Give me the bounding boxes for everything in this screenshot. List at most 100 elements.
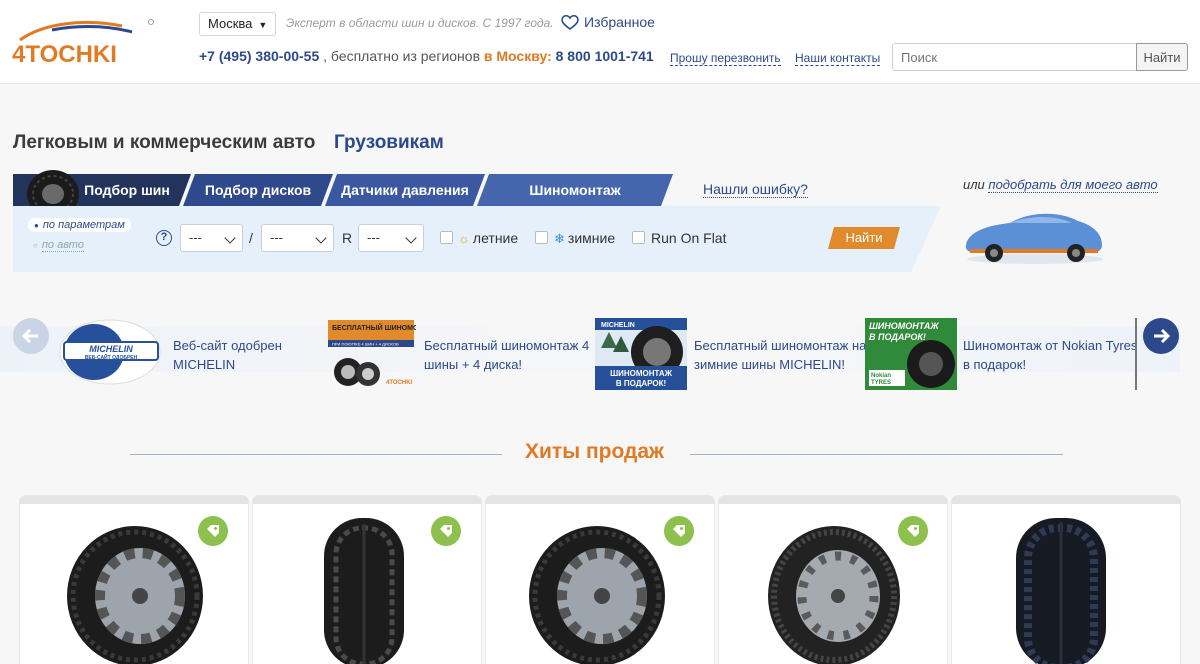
city-selector[interactable]: Москва ▼ (199, 12, 277, 36)
tire-image[interactable] (762, 512, 906, 664)
slash-separator: / (249, 230, 253, 246)
promo-line: зимние шины MICHELIN! (694, 357, 845, 372)
callback-link[interactable]: Прошу перезвонить (670, 51, 781, 66)
promo-badge[interactable] (898, 516, 928, 546)
selection-tabs: Подбор шин Подбор дисков Датчики давлени… (13, 170, 673, 206)
diameter-select[interactable]: --- (358, 224, 424, 252)
michelin-approved-image[interactable]: MICHELIN ВЕБ-САЙТ ОДОБРЕН (58, 318, 162, 386)
nokian-gift-image[interactable]: ШИНОМОНТАЖ В ПОДАРОК! Nokian TYRES (865, 318, 957, 390)
hits-divider-left (130, 454, 502, 455)
free-fitting-image[interactable]: БЕСПЛАТНЫЙ ШИНОМОНТАЖ ПРИ ПОКУПКЕ 4 ШИН … (326, 318, 416, 390)
report-error-link[interactable]: Нашли ошибку? (703, 181, 808, 198)
contacts-link[interactable]: Наши контакты (795, 51, 881, 66)
sun-icon: ☼ (458, 231, 470, 246)
summer-text: летние (472, 230, 519, 246)
phone-row: +7 (495) 380-00-55 , бесплатно из регион… (199, 48, 654, 64)
michelin-winter-image[interactable]: MICHELIN ШИНОМОНТАЖ В ПОДАРОК! (595, 318, 687, 390)
phone-note: , бесплатно из регионов (323, 48, 480, 64)
promo-line: Веб-сайт одобрен (173, 338, 282, 353)
tire-image[interactable] (60, 512, 210, 664)
tagline: Эксперт в области шин и дисков. С 1997 г… (286, 16, 554, 30)
tire-icon (27, 170, 79, 206)
carousel-next-button[interactable] (1143, 318, 1179, 354)
promo-line: Бесплатный шиномонтаж 4 (424, 338, 590, 353)
promo-text-michelin[interactable]: Веб-сайт одобрен MICHELIN (173, 336, 282, 374)
summer-label[interactable]: ☼ летние (458, 230, 518, 246)
runflat-checkbox[interactable] (632, 231, 645, 244)
svg-text:4TOCHKI: 4TOCHKI (12, 41, 117, 66)
svg-text:ШИНОМОНТАЖ: ШИНОМОНТАЖ (610, 369, 673, 378)
car-pick-link[interactable]: подобрать для моего авто (988, 177, 1158, 193)
city-label: Москва (208, 16, 253, 31)
r-separator: R (342, 230, 353, 246)
promo-line: шины + 4 диска! (424, 357, 523, 372)
winter-checkbox[interactable] (535, 231, 548, 244)
svg-text:БЕСПЛАТНЫЙ ШИНОМОНТАЖ: БЕСПЛАТНЫЙ ШИНОМОНТАЖ (332, 323, 416, 332)
svg-text:В ПОДАРОК!: В ПОДАРОК! (616, 379, 666, 388)
svg-text:MICHELIN: MICHELIN (601, 322, 635, 329)
tab-tire-fitting[interactable]: Шиномонтаж (477, 174, 673, 206)
find-tires-button[interactable]: Найти (828, 227, 900, 249)
winter-text: зимние (567, 230, 616, 246)
car-image[interactable] (960, 205, 1110, 267)
chevron-down-icon (315, 232, 327, 244)
category-cars[interactable]: Легковым и коммерческим авто (13, 132, 315, 154)
svg-text:4TOCHKI: 4TOCHKI (386, 380, 413, 386)
phone-main[interactable]: +7 (495) 380-00-55 (199, 48, 319, 64)
hits-title: Хиты продаж (525, 440, 664, 463)
phone-free[interactable]: 8 800 1001-741 (556, 48, 654, 64)
promo-line: Шиномонтаж от Nokian Tyres (963, 338, 1138, 353)
promo-badge[interactable] (664, 516, 694, 546)
car-pick-or: или (963, 177, 985, 192)
tire-image[interactable] (522, 512, 672, 664)
favorites-link[interactable]: Избранное (561, 14, 655, 30)
profile-value: --- (270, 230, 283, 245)
mode-by-params[interactable]: по параметрам (28, 218, 131, 232)
hits-divider-right (690, 454, 1063, 455)
favorites-label: Избранное (584, 14, 655, 30)
promo-line: в подарок! (963, 357, 1027, 372)
runflat-label[interactable]: Run On Flat (651, 230, 726, 246)
arrow-left-icon (21, 328, 38, 344)
mode-by-auto[interactable]: по авто (33, 239, 84, 252)
carousel-divider (1135, 318, 1137, 390)
tire-image[interactable] (1010, 512, 1112, 664)
svg-text:Nokian: Nokian (871, 373, 891, 379)
promo-badge[interactable] (198, 516, 228, 546)
promo-badge[interactable] (431, 516, 461, 546)
tab-pressure-sensors[interactable]: Датчики давления (325, 174, 485, 206)
promo-text-michelin-winter[interactable]: Бесплатный шиномонтаж на зимние шины MICH… (694, 336, 866, 374)
svg-text:TYRES: TYRES (871, 380, 891, 386)
chevron-down-icon (224, 232, 236, 244)
svg-text:ПРИ ПОКУПКЕ 4 ШИН + 4 ДИСКОВ: ПРИ ПОКУПКЕ 4 ШИН + 4 ДИСКОВ (332, 342, 399, 347)
promo-line: MICHELIN (173, 357, 236, 372)
heart-icon (561, 14, 579, 30)
svg-text:MICHELIN: MICHELIN (89, 344, 133, 354)
caret-down-icon: ▼ (258, 20, 268, 30)
width-select[interactable]: --- (180, 224, 243, 252)
diameter-value: --- (367, 230, 380, 245)
tag-icon (673, 525, 685, 537)
tag-icon (440, 525, 452, 537)
svg-text:ВЕБ-САЙТ ОДОБРЕН: ВЕБ-САЙТ ОДОБРЕН (85, 353, 138, 361)
search-button[interactable]: Найти (1136, 43, 1188, 71)
car-pick-caption: или подобрать для моего авто (963, 177, 1158, 193)
help-icon[interactable]: ? (156, 230, 172, 246)
tab-wheels[interactable]: Подбор дисков (183, 174, 333, 206)
profile-select[interactable]: --- (261, 224, 334, 252)
promo-text-free-fitting[interactable]: Бесплатный шиномонтаж 4 шины + 4 диска! (424, 336, 589, 374)
promo-text-nokian[interactable]: Шиномонтаж от Nokian Tyres в подарок! (963, 336, 1137, 374)
mode-by-auto-label: по авто (41, 239, 84, 252)
site-logo[interactable]: 4TOCHKI (12, 16, 157, 66)
svg-text:В ПОДАРОК!: В ПОДАРОК! (869, 332, 926, 342)
tire-image[interactable] (316, 514, 412, 664)
carousel-prev-button[interactable] (13, 318, 49, 354)
winter-label[interactable]: ❄ зимние (554, 230, 615, 247)
chevron-down-icon (405, 232, 417, 244)
summer-checkbox[interactable] (440, 231, 453, 244)
tag-icon (207, 525, 219, 537)
category-trucks[interactable]: Грузовикам (334, 132, 444, 154)
width-value: --- (189, 230, 202, 245)
promo-line: Бесплатный шиномонтаж на (694, 338, 867, 353)
search-input[interactable] (892, 43, 1137, 71)
